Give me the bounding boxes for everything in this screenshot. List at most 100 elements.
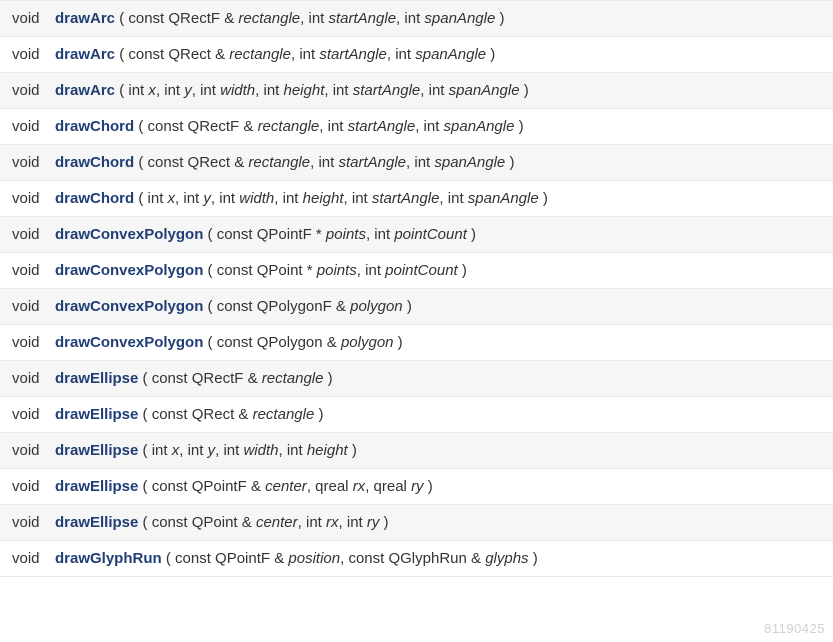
table-row: voiddrawEllipse ( const QPointF & center…: [0, 469, 833, 505]
param-name: polygon: [350, 298, 403, 315]
param-type: int: [318, 154, 334, 171]
function-signature: drawChord ( int x, int y, int width, int…: [55, 181, 833, 217]
function-name-link[interactable]: drawConvexPolygon: [55, 262, 203, 279]
table-row: voiddrawArc ( int x, int y, int width, i…: [0, 73, 833, 109]
function-name-link[interactable]: drawEllipse: [55, 406, 138, 423]
param-name: points: [317, 262, 357, 279]
param-type: const QPoint &: [152, 514, 252, 531]
param-type: int: [365, 262, 381, 279]
param-name: startAngle: [338, 154, 406, 171]
param-name: rectangle: [258, 118, 320, 135]
return-type: void: [0, 145, 55, 181]
return-type: void: [0, 325, 55, 361]
param-name: x: [148, 82, 156, 99]
param-type: int: [347, 514, 363, 531]
param-type: const QPolygonF &: [217, 298, 346, 315]
param-type: int: [299, 46, 315, 63]
param-name: x: [168, 190, 176, 207]
param-name: glyphs: [485, 550, 528, 567]
param-name: startAngle: [372, 190, 440, 207]
param-name: y: [208, 442, 216, 459]
function-name-link[interactable]: drawConvexPolygon: [55, 298, 203, 315]
table-row: voiddrawChord ( int x, int y, int width,…: [0, 181, 833, 217]
table-row: voiddrawConvexPolygon ( const QPointF * …: [0, 217, 833, 253]
param-type: int: [148, 190, 164, 207]
return-type: void: [0, 289, 55, 325]
function-name-link[interactable]: drawChord: [55, 190, 134, 207]
return-type: void: [0, 505, 55, 541]
param-name: rx: [353, 478, 366, 495]
param-name: rectangle: [229, 46, 291, 63]
param-type: int: [429, 82, 445, 99]
function-signature: drawConvexPolygon ( const QPointF * poin…: [55, 217, 833, 253]
param-name: center: [265, 478, 307, 495]
function-signature: drawConvexPolygon ( const QPolygon & pol…: [55, 325, 833, 361]
param-type: const QRectF &: [148, 118, 254, 135]
return-type: void: [0, 1, 55, 37]
table-row: voiddrawEllipse ( const QPoint & center,…: [0, 505, 833, 541]
function-name-link[interactable]: drawGlyphRun: [55, 550, 162, 567]
param-type: const QGlyphRun &: [348, 550, 481, 567]
function-name-link[interactable]: drawConvexPolygon: [55, 334, 203, 351]
param-name: spanAngle: [468, 190, 539, 207]
param-type: int: [424, 118, 440, 135]
function-name-link[interactable]: drawConvexPolygon: [55, 226, 203, 243]
api-function-table: voiddrawArc ( const QRectF & rectangle, …: [0, 0, 833, 577]
function-name-link[interactable]: drawEllipse: [55, 514, 138, 531]
return-type: void: [0, 433, 55, 469]
param-type: qreal: [374, 478, 407, 495]
param-type: int: [287, 442, 303, 459]
table-row: voiddrawEllipse ( const QRect & rectangl…: [0, 397, 833, 433]
return-type: void: [0, 469, 55, 505]
param-type: const QPointF &: [152, 478, 261, 495]
table-row: voiddrawGlyphRun ( const QPointF & posit…: [0, 541, 833, 577]
param-name: spanAngle: [415, 46, 486, 63]
param-name: pointCount: [394, 226, 467, 243]
param-name: position: [288, 550, 340, 567]
param-name: spanAngle: [449, 82, 520, 99]
param-name: x: [172, 442, 180, 459]
param-name: spanAngle: [444, 118, 515, 135]
table-row: voiddrawEllipse ( int x, int y, int widt…: [0, 433, 833, 469]
param-type: const QPoint *: [217, 262, 313, 279]
function-name-link[interactable]: drawEllipse: [55, 442, 138, 459]
table-row: voiddrawArc ( const QRectF & rectangle, …: [0, 1, 833, 37]
param-type: int: [328, 118, 344, 135]
function-signature: drawConvexPolygon ( const QPolygonF & po…: [55, 289, 833, 325]
param-name: height: [303, 190, 344, 207]
function-name-link[interactable]: drawEllipse: [55, 478, 138, 495]
table-row: voiddrawArc ( const QRect & rectangle, i…: [0, 37, 833, 73]
table-row: voiddrawConvexPolygon ( const QPoint * p…: [0, 253, 833, 289]
param-name: pointCount: [385, 262, 458, 279]
param-name: y: [184, 82, 192, 99]
param-name: height: [284, 82, 325, 99]
param-type: int: [223, 442, 239, 459]
function-name-link[interactable]: drawArc: [55, 10, 115, 27]
return-type: void: [0, 361, 55, 397]
param-type: int: [352, 190, 368, 207]
param-type: const QRectF &: [128, 10, 234, 27]
param-type: int: [128, 82, 144, 99]
function-name-link[interactable]: drawArc: [55, 82, 115, 99]
function-name-link[interactable]: drawChord: [55, 154, 134, 171]
param-name: y: [203, 190, 211, 207]
return-type: void: [0, 217, 55, 253]
param-type: const QRect &: [152, 406, 249, 423]
function-name-link[interactable]: drawChord: [55, 118, 134, 135]
param-name: startAngle: [319, 46, 387, 63]
param-name: rectangle: [262, 370, 324, 387]
function-signature: drawEllipse ( const QPoint & center, int…: [55, 505, 833, 541]
function-signature: drawArc ( int x, int y, int width, int h…: [55, 73, 833, 109]
table-row: voiddrawChord ( const QRect & rectangle,…: [0, 145, 833, 181]
table-row: voiddrawConvexPolygon ( const QPolygon &…: [0, 325, 833, 361]
function-signature: drawEllipse ( const QPointF & center, qr…: [55, 469, 833, 505]
param-type: int: [164, 82, 180, 99]
param-name: height: [307, 442, 348, 459]
param-type: int: [306, 514, 322, 531]
return-type: void: [0, 541, 55, 577]
table-row: voiddrawChord ( const QRectF & rectangle…: [0, 109, 833, 145]
function-name-link[interactable]: drawArc: [55, 46, 115, 63]
function-name-link[interactable]: drawEllipse: [55, 370, 138, 387]
return-type: void: [0, 397, 55, 433]
param-type: int: [308, 10, 324, 27]
